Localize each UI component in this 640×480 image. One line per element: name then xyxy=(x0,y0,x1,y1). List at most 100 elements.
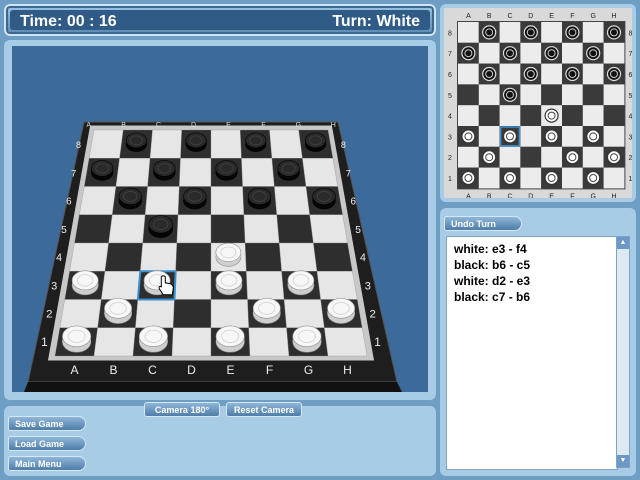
rank-label-left: 1 xyxy=(41,335,48,349)
history-scrollbar[interactable]: ▲ ▼ xyxy=(616,236,630,468)
minimap-square xyxy=(520,84,542,106)
minimap-square xyxy=(562,105,583,126)
minimap-square xyxy=(562,126,583,147)
scroll-up-icon[interactable]: ▲ xyxy=(617,237,629,249)
minimap-rank-label: 5 xyxy=(448,93,452,100)
black-piece[interactable] xyxy=(148,215,173,238)
minimap-square xyxy=(541,84,562,106)
board-square xyxy=(140,242,178,272)
board-square xyxy=(274,186,310,215)
save-game-button[interactable]: Save Game xyxy=(8,416,86,431)
board-square xyxy=(241,158,275,187)
white-piece[interactable] xyxy=(215,270,243,296)
minimap-black-piece xyxy=(586,46,601,61)
history-entry: black: c7 - b6 xyxy=(454,290,531,304)
minimap-file-label: B xyxy=(487,193,492,198)
white-piece[interactable] xyxy=(327,298,356,324)
minimap-rank-label: 2 xyxy=(628,155,632,162)
minimap-square xyxy=(520,146,542,168)
black-piece[interactable] xyxy=(245,132,267,152)
white-piece[interactable] xyxy=(287,270,315,296)
minimap-black-piece xyxy=(523,66,538,82)
board-square xyxy=(324,327,368,357)
white-piece[interactable] xyxy=(138,325,168,353)
minimap-square xyxy=(603,84,625,106)
minimap-square xyxy=(520,126,542,147)
minimap-white-piece xyxy=(461,129,476,144)
minimap-rank-label: 7 xyxy=(448,51,452,58)
black-piece[interactable] xyxy=(185,132,207,152)
history-entry: white: e3 - f4 xyxy=(454,242,527,256)
minimap-black-piece xyxy=(544,46,559,61)
turn-indicator: Turn: White xyxy=(332,13,420,30)
white-piece[interactable] xyxy=(62,325,92,353)
black-piece[interactable] xyxy=(118,187,142,210)
white-piece[interactable] xyxy=(292,325,322,353)
white-piece[interactable] xyxy=(215,242,242,267)
board-square xyxy=(93,327,136,357)
minimap-black-piece xyxy=(523,25,538,40)
white-piece[interactable] xyxy=(252,298,281,324)
minimap-file-label: H xyxy=(611,193,616,198)
minimap-square xyxy=(458,146,479,168)
move-history-list[interactable]: white: e3 - f4 black: b6 - c5 white: d2 … xyxy=(446,236,618,470)
main-menu-button[interactable]: Main Menu xyxy=(8,456,86,471)
board-square xyxy=(179,158,212,187)
board-scene[interactable]: A A B B C C D D E E F F G G H H 8 8 7 7 6 6 5 5 4 4 3 3 2 2 1 1 xyxy=(12,46,428,392)
rank-label-right: 3 xyxy=(365,280,371,292)
minimap-black-piece xyxy=(482,25,497,40)
black-piece[interactable] xyxy=(91,160,114,181)
minimap-square xyxy=(520,105,542,126)
black-piece[interactable] xyxy=(125,132,147,152)
board-square xyxy=(276,214,314,244)
undo-turn-button[interactable]: Undo Turn xyxy=(444,216,522,231)
scroll-down-icon[interactable]: ▼ xyxy=(617,455,629,467)
black-piece[interactable] xyxy=(153,160,176,181)
black-piece[interactable] xyxy=(247,187,272,210)
black-piece[interactable] xyxy=(277,160,300,181)
file-label-top: H xyxy=(331,122,336,129)
history-entry: white: d2 - e3 xyxy=(454,274,531,288)
board-square xyxy=(248,327,290,357)
minimap-black-piece xyxy=(565,66,580,82)
minimap-square xyxy=(562,84,583,106)
minimap-square xyxy=(582,146,604,168)
black-piece[interactable] xyxy=(183,187,207,210)
board-square xyxy=(210,299,249,328)
board-square xyxy=(59,299,102,328)
minimap-white-piece xyxy=(502,129,518,144)
board-3d[interactable]: A A B B C C D D E E F F G G H H 8 8 7 7 6 6 5 5 4 4 3 3 2 2 1 1 xyxy=(12,46,428,392)
black-piece[interactable] xyxy=(312,187,336,210)
minimap-white-piece xyxy=(586,129,601,144)
minimap-file-label: C xyxy=(507,13,512,20)
reset-camera-button[interactable]: Reset Camera xyxy=(226,402,302,417)
white-piece[interactable] xyxy=(71,270,99,296)
file-label-bottom: B xyxy=(109,363,117,377)
minimap-square xyxy=(582,22,604,43)
minimap-square xyxy=(499,146,521,168)
black-piece[interactable] xyxy=(215,160,238,181)
file-label-bottom: G xyxy=(304,363,313,377)
rank-label-right: 7 xyxy=(346,167,351,178)
minimap-square xyxy=(478,167,500,189)
black-piece[interactable] xyxy=(304,132,327,152)
minimap-square xyxy=(478,126,500,147)
board-square xyxy=(279,242,318,272)
3d-board-view: A A B B C C D D E E F F G G H H 8 8 7 7 6 6 5 5 4 4 3 3 2 2 1 1 xyxy=(4,40,436,400)
board-square xyxy=(115,158,151,187)
minimap-square xyxy=(582,105,604,126)
rank-label-left: 2 xyxy=(46,309,52,321)
history-entry: black: b6 - c5 xyxy=(454,258,531,272)
camera-rotate-button[interactable]: Camera 180° xyxy=(144,402,220,417)
minimap-square xyxy=(499,105,521,126)
load-game-button[interactable]: Load Game xyxy=(8,436,86,451)
minimap-white-piece xyxy=(544,108,559,123)
white-piece[interactable] xyxy=(215,325,245,353)
minimap-white-piece xyxy=(586,170,601,186)
minimap-rank-label: 2 xyxy=(448,155,452,162)
minimap-file-label: H xyxy=(611,13,616,20)
white-piece[interactable] xyxy=(104,298,133,324)
minimap-board[interactable]: A A B B C C D D E E F F G G H H 8 8 7 7 6 6 5 5 4 4 3 3 2 2 1 1 xyxy=(444,8,632,198)
minimap-square xyxy=(478,42,500,64)
minimap-rank-label: 3 xyxy=(628,134,632,141)
